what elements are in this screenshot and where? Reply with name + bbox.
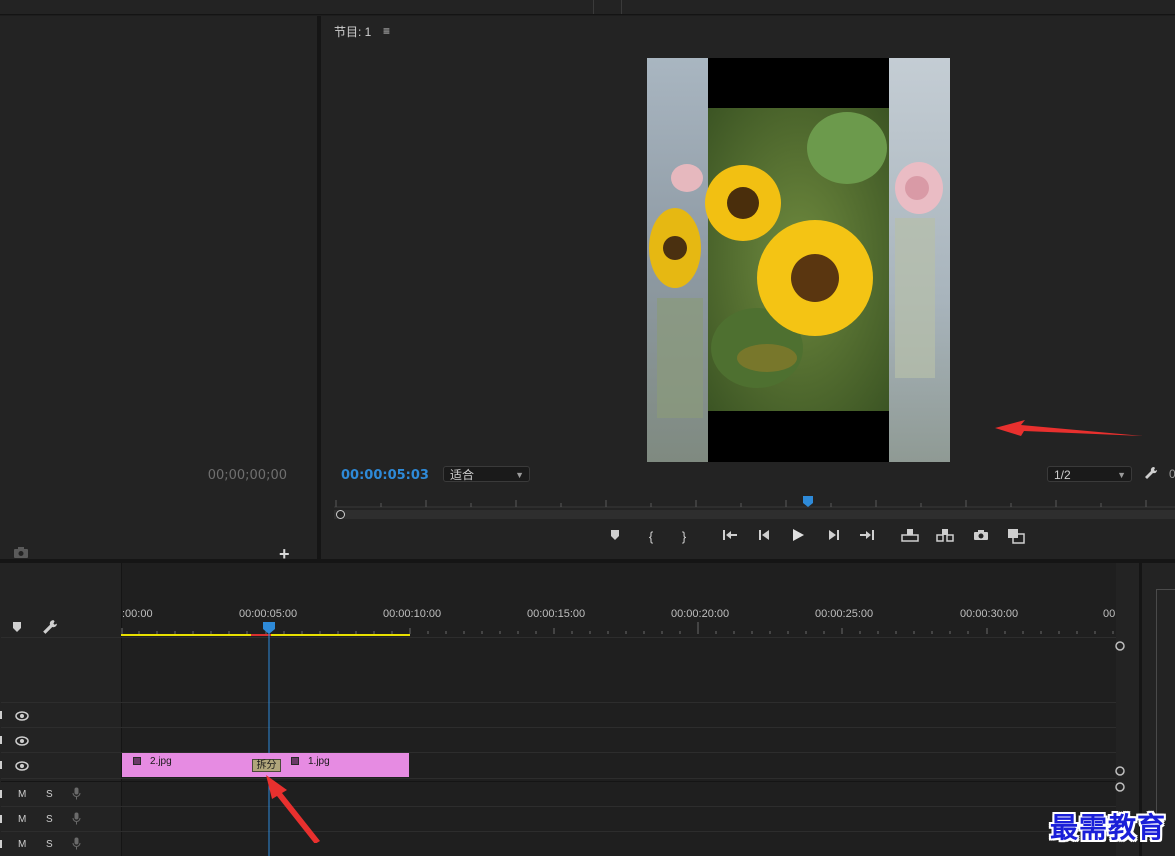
microphone-icon[interactable] [72,787,81,800]
go-to-out-icon[interactable] [858,528,876,546]
playhead-timecode[interactable]: 00:00:05:03 [341,468,429,483]
watermark-logo: 最需教育 [1050,811,1167,844]
ruler-label: 00:00:20:00 [671,608,730,620]
track-lock-toggle[interactable] [0,761,2,769]
camera-icon[interactable] [14,547,28,558]
fit-zoom-value: 适合 [450,468,475,482]
source-timecode[interactable]: 00;00;00;00 [208,468,287,483]
mark-in-icon[interactable]: { [642,528,660,546]
add-marker-icon[interactable] [606,528,624,546]
step-forward-icon[interactable] [825,528,843,546]
annotation-arrow [995,420,1143,436]
mute-track-button[interactable]: M [18,814,26,825]
ruler-label: 00:00:25:00 [815,608,874,620]
timeline-panel: M S M S M S :00:00 00:00:05:00 00:00:10:… [0,563,1139,856]
mute-track-button[interactable]: M [18,789,26,800]
step-back-icon[interactable] [755,528,773,546]
eye-icon[interactable] [15,736,29,746]
annotation-arrow [266,775,320,843]
ruler-label: 00 [1103,608,1116,620]
ruler-label: 00:00:10:00 [383,608,442,620]
hamburger-menu-icon[interactable]: ≡ [383,24,390,38]
video-audio-divider [1,781,1116,782]
ruler-label: 00:00:15:00 [527,608,586,620]
comparison-view-icon[interactable] [1007,528,1025,546]
transport-controls: { } [321,528,1175,548]
microphone-icon[interactable] [72,812,81,825]
clip-label: 1.jpg [308,756,330,767]
playback-resolution-dropdown[interactable]: 1/2 ▼ [1047,466,1132,482]
track-lock-toggle[interactable] [0,711,2,719]
program-monitor-title[interactable]: 节目: 1 [334,23,371,40]
vertical-scroll-handle[interactable] [1114,765,1126,777]
timeline-settings-wrench-icon[interactable] [42,619,58,635]
track-divider [1,806,1116,807]
ruler-label: 00:00:30:00 [960,608,1019,620]
vertical-scroll-handle[interactable] [1114,781,1126,793]
track-divider [1,637,1116,638]
lift-icon[interactable] [901,528,919,546]
eye-icon[interactable] [15,761,29,771]
image-clip-icon [133,757,141,765]
vertical-scroll-handle[interactable] [1114,640,1126,652]
scrub-start-handle[interactable] [336,510,345,519]
track-divider [1,727,1116,728]
mark-out-icon[interactable]: } [675,528,693,546]
clip-label: 2.jpg [150,756,172,767]
extract-icon[interactable] [936,528,954,546]
microphone-icon[interactable] [72,837,81,850]
top-strip-separator [593,0,594,14]
play-icon[interactable] [789,528,807,546]
solo-track-button[interactable]: S [46,839,53,850]
panel-clipped-value: 0 [1169,467,1175,481]
add-marker-icon[interactable] [12,621,22,633]
top-panel-strip [0,0,1175,15]
solo-track-button[interactable]: S [46,789,53,800]
program-playhead[interactable] [803,496,813,507]
wrench-icon[interactable] [1144,466,1158,480]
eye-icon[interactable] [15,711,29,721]
image-clip-icon [291,757,299,765]
program-preview-frame[interactable] [647,58,950,462]
track-lock-toggle[interactable] [0,736,2,744]
audio-meter-frame [1156,589,1175,820]
track-lock-toggle[interactable] [0,790,2,798]
track-divider [1,778,1116,779]
track-lock-toggle[interactable] [0,815,2,823]
export-frame-camera-icon[interactable] [972,528,990,546]
mute-track-button[interactable]: M [18,839,26,850]
go-to-in-icon[interactable] [721,528,739,546]
ruler-label: :00:00 [122,608,153,620]
source-monitor-panel: 00;00;00;00 + [0,16,317,564]
track-divider [1,831,1116,832]
fit-zoom-dropdown[interactable]: 适合 ▼ [443,466,530,482]
ruler-label: 00:00:05:00 [239,608,298,620]
solo-track-button[interactable]: S [46,814,53,825]
track-lock-toggle[interactable] [0,840,2,848]
program-monitor-panel: 节目: 1 ≡ 00:00:05:03 适合 ▼ 1/2 ▼ 0 {} [321,16,1175,559]
program-time-ruler[interactable] [334,494,1175,508]
track-headers: M S M S M S [0,563,121,856]
chevron-down-icon: ▼ [1117,470,1126,480]
track-divider [1,702,1116,703]
playback-resolution-value: 1/2 [1054,468,1071,482]
program-scrub-bar[interactable] [334,510,1175,519]
video-clip[interactable]: 2.jpg [122,753,267,777]
chevron-down-icon: ▼ [515,470,524,480]
top-strip-separator [621,0,622,14]
